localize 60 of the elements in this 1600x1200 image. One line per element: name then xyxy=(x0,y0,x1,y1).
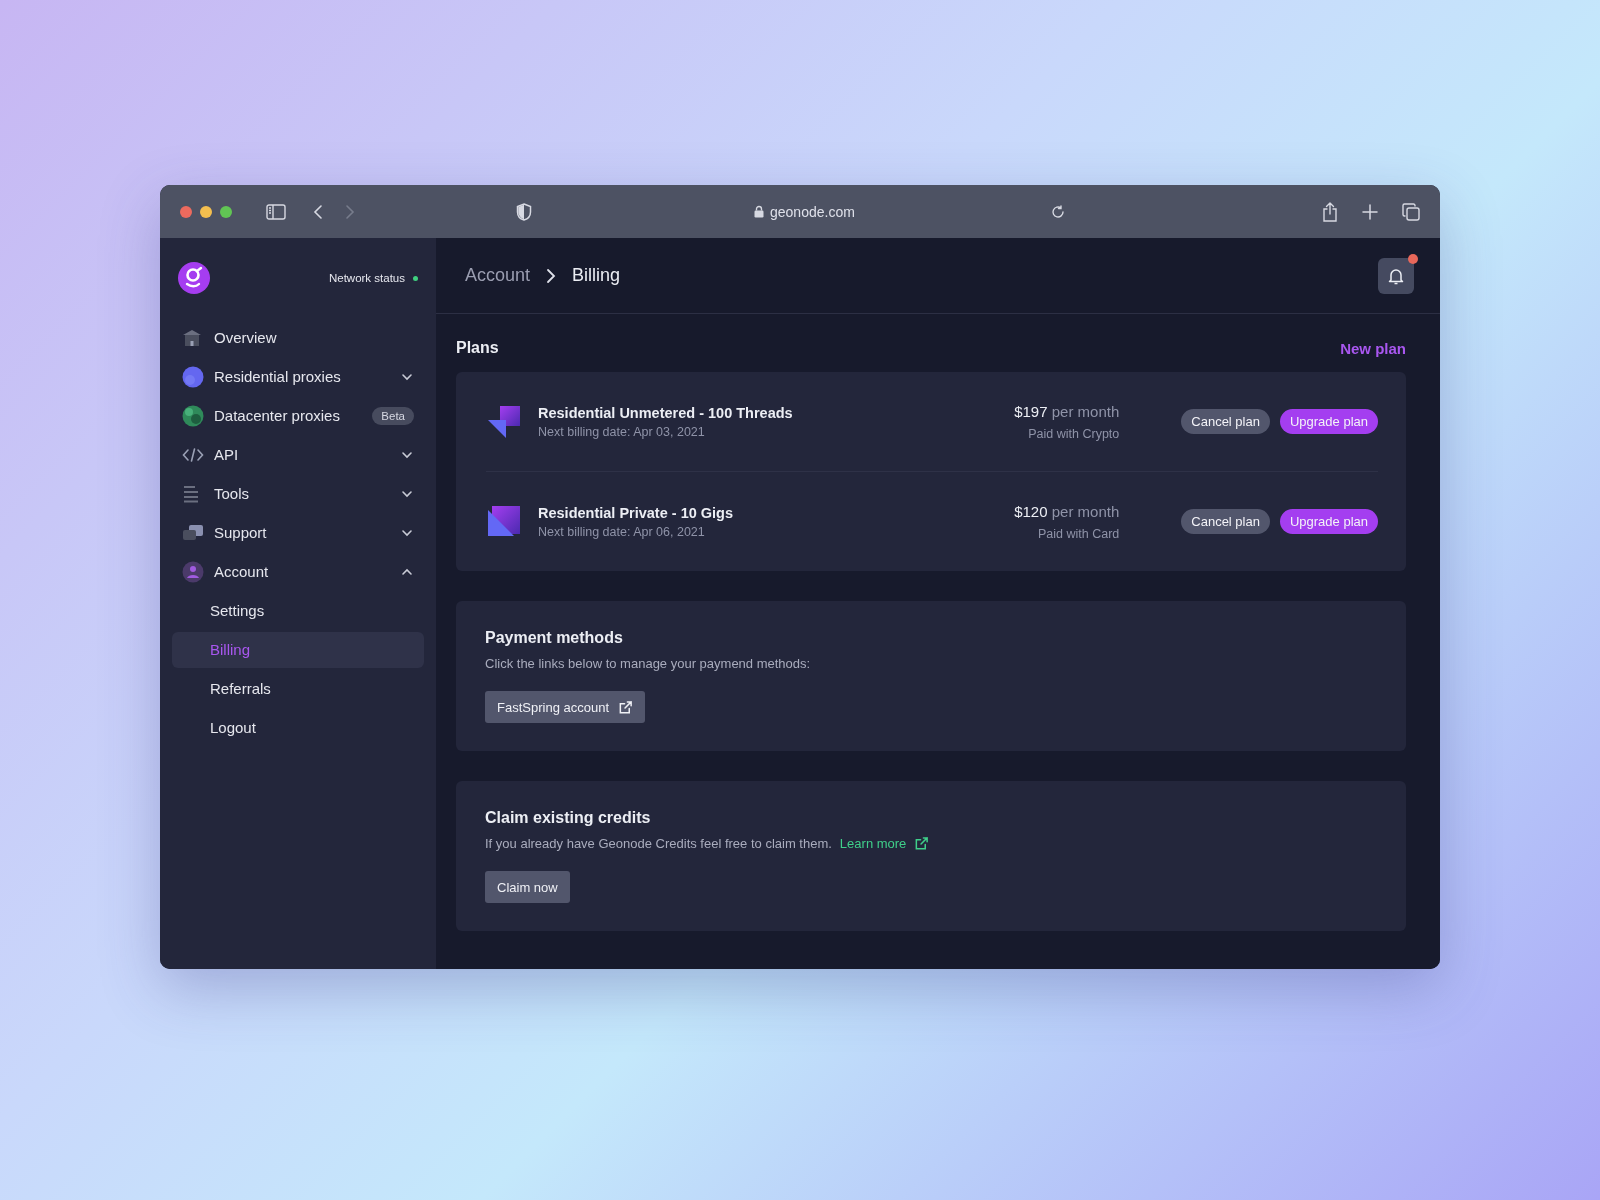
submenu-item[interactable]: Referrals xyxy=(172,670,424,707)
plan-price: $120 per month xyxy=(1014,502,1120,520)
section-description: Click the links below to manage your paymend methods: xyxy=(485,656,811,671)
nav-item[interactable]: Tools xyxy=(172,474,424,513)
nav-item[interactable]: API xyxy=(172,435,424,474)
url-text[interactable]: geonode.com xyxy=(770,203,855,220)
billing-date: Next billing date: Apr 06, 2021 xyxy=(538,524,706,539)
new-plan-link[interactable]: New plan xyxy=(1340,339,1406,357)
nav-item[interactable]: Datacenter proxies Beta xyxy=(172,396,424,435)
breadcrumb-item[interactable]: Account xyxy=(465,265,531,286)
lock-icon xyxy=(754,205,764,218)
close-button[interactable] xyxy=(180,205,192,218)
nav-item[interactable]: Residential proxies xyxy=(172,357,424,396)
globe-icon xyxy=(182,404,204,427)
billing-date: Next billing date: Apr 03, 2021 xyxy=(538,424,706,439)
nav-item[interactable]: Overview xyxy=(172,318,424,357)
section-title: Payment methods xyxy=(485,629,623,647)
plus-icon[interactable] xyxy=(1362,203,1378,220)
nav-item[interactable]: Account xyxy=(172,552,424,591)
external-link-icon xyxy=(914,836,930,851)
reload-icon[interactable] xyxy=(1050,204,1065,219)
plan-icon xyxy=(486,403,522,440)
section-title: Claim existing credits xyxy=(485,809,651,827)
plan-price: $197 per month xyxy=(1014,402,1120,420)
payment-method-text: Paid with Card xyxy=(1038,526,1120,541)
list-icon xyxy=(182,484,200,503)
beta-badge: Beta xyxy=(372,406,414,425)
upgrade-plan-button[interactable]: Upgrade plan xyxy=(1279,409,1378,434)
external-link-icon xyxy=(618,699,633,715)
chevron-right-icon xyxy=(546,267,557,284)
claim-now-button[interactable]: Claim now xyxy=(485,871,570,903)
shield-icon[interactable] xyxy=(516,202,532,221)
globe-icon xyxy=(182,365,204,388)
plan-name: Residential Unmetered - 100 Threads xyxy=(538,404,794,421)
submenu-item[interactable]: Settings xyxy=(172,592,424,629)
sidebar-toggle-icon[interactable] xyxy=(266,203,286,220)
minimize-button[interactable] xyxy=(200,205,212,218)
share-icon[interactable] xyxy=(1322,201,1338,222)
breadcrumb-item: Billing xyxy=(572,265,621,286)
user-icon xyxy=(182,560,204,583)
cancel-plan-button[interactable]: Cancel plan xyxy=(1181,509,1270,534)
network-status-label[interactable]: Network status xyxy=(328,272,405,284)
cancel-plan-button[interactable]: Cancel plan xyxy=(1181,409,1270,434)
back-icon[interactable] xyxy=(312,203,324,220)
section-description: If you already have Geonode Credits feel free to claim them. xyxy=(485,836,832,851)
upgrade-plan-button[interactable]: Upgrade plan xyxy=(1279,509,1378,534)
maximize-button[interactable] xyxy=(220,205,232,218)
chat-icon xyxy=(182,523,204,542)
tabs-icon[interactable] xyxy=(1402,202,1420,221)
submenu-item[interactable]: Logout xyxy=(172,709,424,746)
section-title: Plans xyxy=(456,339,499,357)
house-icon xyxy=(182,327,202,348)
payment-method-text: Paid with Crypto xyxy=(1028,426,1120,441)
fastspring-account-button[interactable]: FastSpring account xyxy=(485,691,645,723)
plan-name: Residential Private - 10 Gigs xyxy=(538,504,735,521)
code-icon xyxy=(182,446,204,463)
bell-icon xyxy=(1388,266,1404,285)
nav-item[interactable]: Support xyxy=(172,513,424,552)
learn-more-link[interactable]: Learn more xyxy=(839,836,930,851)
logo-icon[interactable] xyxy=(178,262,210,294)
